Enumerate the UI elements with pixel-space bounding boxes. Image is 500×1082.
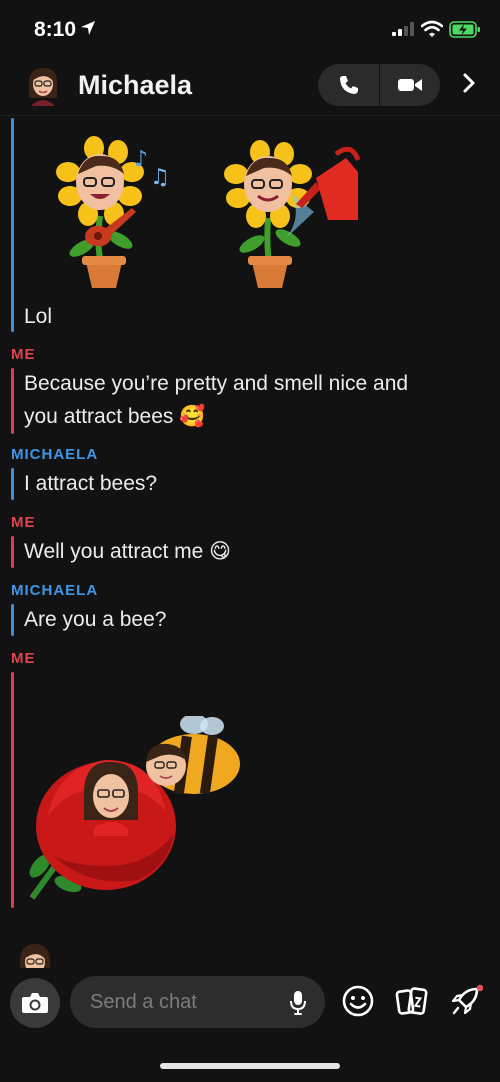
- message-bar: [11, 468, 14, 500]
- camera-icon: [22, 993, 48, 1013]
- sunflower-guitar-sticker[interactable]: ♪ ♫: [36, 136, 176, 292]
- home-indicator[interactable]: [160, 1063, 340, 1069]
- microphone-icon[interactable]: [288, 990, 308, 1016]
- rocket-icon[interactable]: [449, 984, 483, 1018]
- svg-text:♪: ♪: [134, 147, 148, 172]
- chevron-right-icon[interactable]: [458, 72, 480, 94]
- video-call-button[interactable]: [379, 64, 440, 106]
- send-chat-input[interactable]: [90, 988, 280, 1016]
- voice-call-button[interactable]: [318, 64, 379, 106]
- message-bar: [11, 368, 14, 434]
- phone-icon: [339, 76, 358, 94]
- sender-label-me: ME: [11, 650, 36, 667]
- video-camera-icon: [398, 79, 422, 91]
- message-text: Because you’re pretty and smell nice and: [24, 372, 409, 395]
- message-bar: [11, 604, 14, 636]
- message-bar: [11, 118, 14, 332]
- message-bar: [11, 672, 14, 908]
- contact-avatar[interactable]: [22, 64, 64, 106]
- sender-label-michaela: MICHAELA: [11, 446, 99, 463]
- svg-text:♫: ♫: [150, 165, 170, 190]
- sender-label-me: ME: [11, 514, 36, 531]
- signal-icon: [392, 22, 414, 36]
- sender-label-michaela: MICHAELA: [11, 582, 99, 599]
- wifi-icon: [421, 20, 443, 37]
- message-text: Well you attract me 😋: [24, 540, 232, 563]
- rose-bee-sticker[interactable]: [28, 716, 248, 906]
- chat-header: Michaela: [0, 60, 500, 116]
- message-text: I attract bees?: [24, 472, 158, 495]
- cards-icon[interactable]: [395, 984, 429, 1018]
- message-bar: [11, 536, 14, 568]
- smiley-icon[interactable]: [341, 984, 375, 1018]
- message-text: you attract bees 🥰: [24, 405, 206, 428]
- call-controls: [318, 64, 440, 106]
- battery-charging-icon: [449, 21, 480, 38]
- typing-avatar: [19, 944, 51, 968]
- sender-label-me: ME: [11, 346, 36, 363]
- message-text: Lol: [24, 305, 53, 328]
- message-text: Are you a bee?: [24, 608, 167, 631]
- chat-input-box: [70, 976, 325, 1028]
- contact-name[interactable]: Michaela: [78, 70, 192, 101]
- camera-button[interactable]: [10, 978, 60, 1028]
- location-arrow-icon: [81, 21, 95, 35]
- status-time: 8:10: [34, 18, 77, 41]
- status-bar: 8:10: [0, 0, 500, 60]
- sunflower-watering-can-sticker[interactable]: [216, 138, 362, 292]
